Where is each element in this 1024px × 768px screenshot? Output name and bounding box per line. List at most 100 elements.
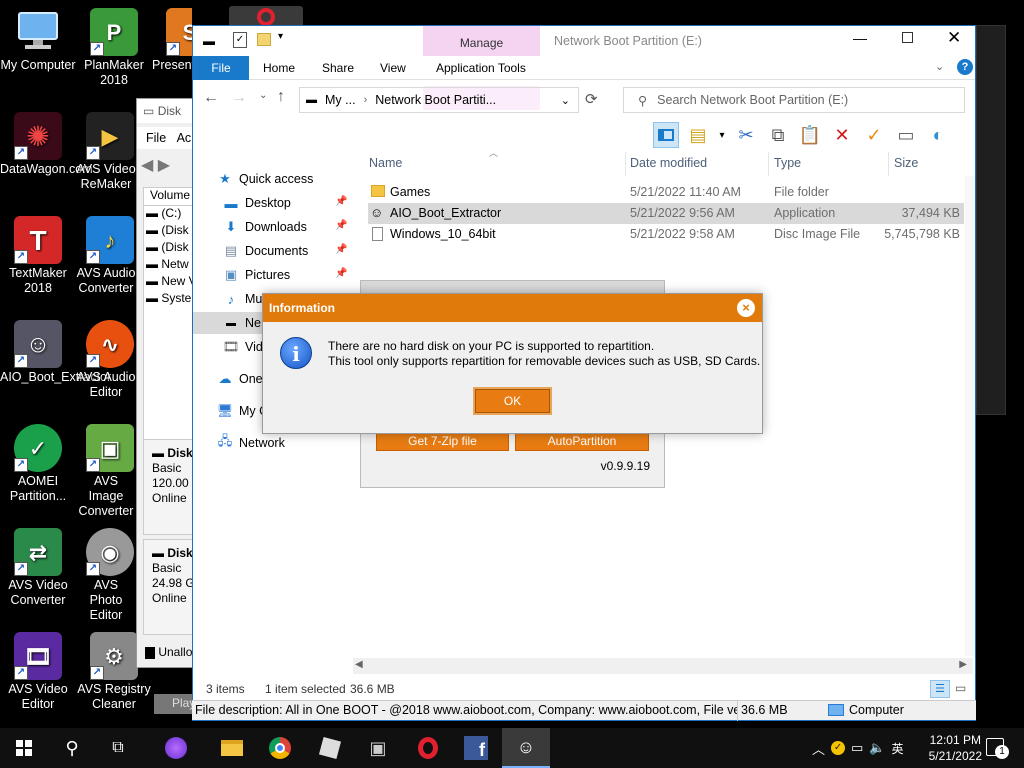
delete-icon[interactable]: ✕ [829, 122, 855, 148]
volume-column-header[interactable]: Volume [144, 188, 195, 206]
tab-application-tools[interactable]: Application Tools [424, 56, 538, 80]
close-button[interactable]: ✕ [947, 28, 961, 48]
sidebar-item-onedrive[interactable]: ☁ OneI [217, 368, 267, 390]
disk-1-panel[interactable]: ▬ Disk Basic 24.98 GB Online [143, 539, 195, 635]
aio-extractor-taskbar-icon[interactable]: ☺ [502, 728, 550, 768]
vertical-scrollbar[interactable] [965, 176, 975, 656]
file-explorer-taskbar-icon[interactable] [214, 734, 250, 762]
norton-icon[interactable]: ✓ [831, 741, 846, 755]
forward-button[interactable]: → [231, 89, 247, 107]
search-button[interactable]: ⚲ [54, 734, 90, 762]
desktop-icon-textmaker[interactable]: T ↗ TextMaker 2018 [0, 216, 76, 296]
app-box-icon[interactable]: ▣ [360, 734, 396, 762]
preview-pane-icon[interactable] [653, 122, 679, 148]
disk-mgmt-menu-action[interactable]: Ac [177, 131, 192, 145]
refresh-button[interactable]: ⟳ [585, 90, 598, 108]
recent-locations-button[interactable]: ⌄ [259, 90, 267, 101]
minimize-button[interactable]: — [853, 30, 867, 46]
large-icons-view-icon[interactable]: ▭ [955, 681, 966, 695]
start-button[interactable] [6, 734, 42, 762]
volume-row[interactable]: ▬ (C:) [144, 206, 195, 223]
desktop-icon-avs-video-converter[interactable]: ⇄ ↗ AVS Video Converter [0, 528, 76, 608]
chrome-icon[interactable] [262, 734, 298, 762]
column-name[interactable]: Name [369, 156, 402, 170]
desktop-icon-avs-audio-editor[interactable]: ∿ ↗ AVS Audio Editor [76, 320, 136, 400]
desktop-icon-aio-boot-extractor[interactable]: ☺ ↗ AIO_Boot_Extractor [0, 320, 111, 385]
scroll-right-icon[interactable]: ▶ [959, 659, 967, 670]
volume-row[interactable]: ▬ Netw [144, 257, 195, 274]
column-date-modified[interactable]: Date modified [630, 156, 707, 170]
cortana-icon[interactable] [158, 734, 194, 762]
scroll-left-icon[interactable]: ◀ [355, 659, 363, 670]
volume-row[interactable]: ▬ (Disk [144, 223, 195, 240]
desktop-icon-avs-audio-converter[interactable]: ♪ ↗ AVS Audio Converter [76, 216, 136, 296]
desktop-icon-presentations[interactable]: S↗ Presentations 2018 [152, 8, 192, 73]
rename-check-icon[interactable]: ✓ [861, 122, 887, 148]
tab-view[interactable]: View [368, 56, 418, 80]
horizontal-scrollbar[interactable]: ◀ ▶ [353, 658, 973, 674]
ok-button[interactable]: OK [475, 389, 550, 413]
sidebar-item-pictures[interactable]: ▣ Pictures [223, 264, 290, 286]
address-dropdown-icon[interactable]: ⌄ [561, 94, 570, 107]
copy-icon[interactable]: ⧉ [765, 122, 791, 148]
roblox-icon[interactable] [312, 734, 348, 762]
desktop-icon-avs-video-remaker[interactable]: ▶ ↗ AVS Video ReMaker [76, 112, 136, 192]
desktop-icon-avs-image-converter[interactable]: ▣ ↗ AVS Image Converter [76, 424, 136, 519]
rename-icon[interactable]: ▭ [893, 122, 919, 148]
new-folder-quick-icon[interactable] [257, 33, 271, 46]
properties-icon[interactable]: ▤ [685, 122, 711, 148]
sidebar-item-videos[interactable]: 🎞 Vid [223, 336, 263, 358]
desktop-icon-aomei[interactable]: ✓ ↗ AOMEI Partition... [0, 424, 76, 504]
expand-ribbon-icon[interactable]: ⌄ [935, 60, 944, 73]
dialog-close-button[interactable]: × [737, 299, 755, 317]
notification-center-button[interactable]: 1 [986, 738, 1009, 759]
address-bar[interactable]: ▬ My ... › Network Boot Partiti... ⌄ [299, 87, 579, 113]
file-row-windows-10[interactable]: Windows_10_64bit 5/21/2022 9:58 AM Disc … [368, 224, 964, 245]
maximize-button[interactable] [902, 32, 913, 43]
tab-share[interactable]: Share [310, 56, 366, 80]
file-row-games[interactable]: Games 5/21/2022 11:40 AM File folder [368, 182, 964, 203]
column-size[interactable]: Size [894, 156, 918, 170]
show-hidden-icons-icon[interactable]: ︿ [812, 739, 825, 758]
file-row-aio-boot-extractor[interactable]: ☺ AIO_Boot_Extractor 5/21/2022 9:56 AM A… [368, 203, 964, 224]
sidebar-item-music[interactable]: ♪ Mu [223, 288, 263, 310]
sidebar-item-my-computer[interactable]: 🖥 My C [217, 400, 268, 422]
sidebar-item-network[interactable]: 🖧 Network [217, 432, 285, 454]
volume-row[interactable]: ▬ New V [144, 274, 195, 291]
disk-management-window[interactable]: ▭ Disk File Ac ◀ ▶ Volume ▬ (C:) ▬ (Disk… [136, 98, 196, 668]
volume-icon[interactable]: 🔈 [869, 740, 885, 756]
sidebar-item-downloads[interactable]: ⬇ Downloads [223, 216, 307, 238]
up-button[interactable]: ↑ [277, 88, 285, 106]
sidebar-item-desktop[interactable]: ▬ Desktop [223, 192, 291, 214]
information-dialog[interactable]: Information × i There are no hard disk o… [262, 293, 763, 434]
search-input[interactable]: ⚲ Search Network Boot Partition (E:) [623, 87, 965, 113]
desktop-icon-planmaker[interactable]: P ↗ PlanMaker 2018 [76, 8, 152, 88]
cut-icon[interactable]: ✂ [733, 122, 759, 148]
facebook-icon[interactable]: f [458, 734, 494, 762]
volume-row[interactable]: ▬ (Disk [144, 240, 195, 257]
paste-icon[interactable]: 📋 [797, 122, 823, 148]
network-tray-icon[interactable]: ▭ [851, 740, 863, 756]
help-icon[interactable]: ? [957, 59, 973, 75]
desktop-icon-my-computer[interactable]: My Computer [0, 8, 76, 73]
sidebar-item-quick-access[interactable]: ★ Quick access [217, 168, 313, 190]
properties-quick-icon[interactable]: ✓ [233, 32, 247, 48]
breadcrumb-root[interactable]: My ... [325, 93, 356, 107]
volume-row[interactable]: ▬ Syste [144, 291, 195, 308]
sidebar-item-documents[interactable]: ▤ Documents [223, 240, 308, 262]
customize-quick-access-icon[interactable]: ▾ [278, 31, 283, 42]
disk-mgmt-menu-file[interactable]: File [146, 131, 166, 145]
opera-icon[interactable] [410, 734, 446, 762]
dropdown-icon[interactable]: ▾ [717, 122, 727, 148]
disk-0-panel[interactable]: ▬ Disk Basic 120.00 G Online [143, 439, 195, 535]
desktop-icon-datawagon[interactable]: ✺ ↗ DataWagon.com [0, 112, 93, 177]
input-method-icon[interactable]: 英 [892, 740, 904, 757]
column-type[interactable]: Type [774, 156, 801, 170]
shell-icon[interactable]: ◐ [925, 122, 951, 148]
desktop-icon-avs-video-editor[interactable]: 🎞 ↗ AVS Video Editor [0, 632, 76, 712]
breadcrumb-current[interactable]: Network Boot Partiti... [375, 93, 496, 107]
tab-file[interactable]: File [193, 56, 249, 80]
task-view-button[interactable]: ⧉ [100, 734, 136, 762]
tab-home[interactable]: Home [251, 56, 307, 80]
clock[interactable]: 12:01 PM 5/21/2022 [929, 732, 982, 764]
